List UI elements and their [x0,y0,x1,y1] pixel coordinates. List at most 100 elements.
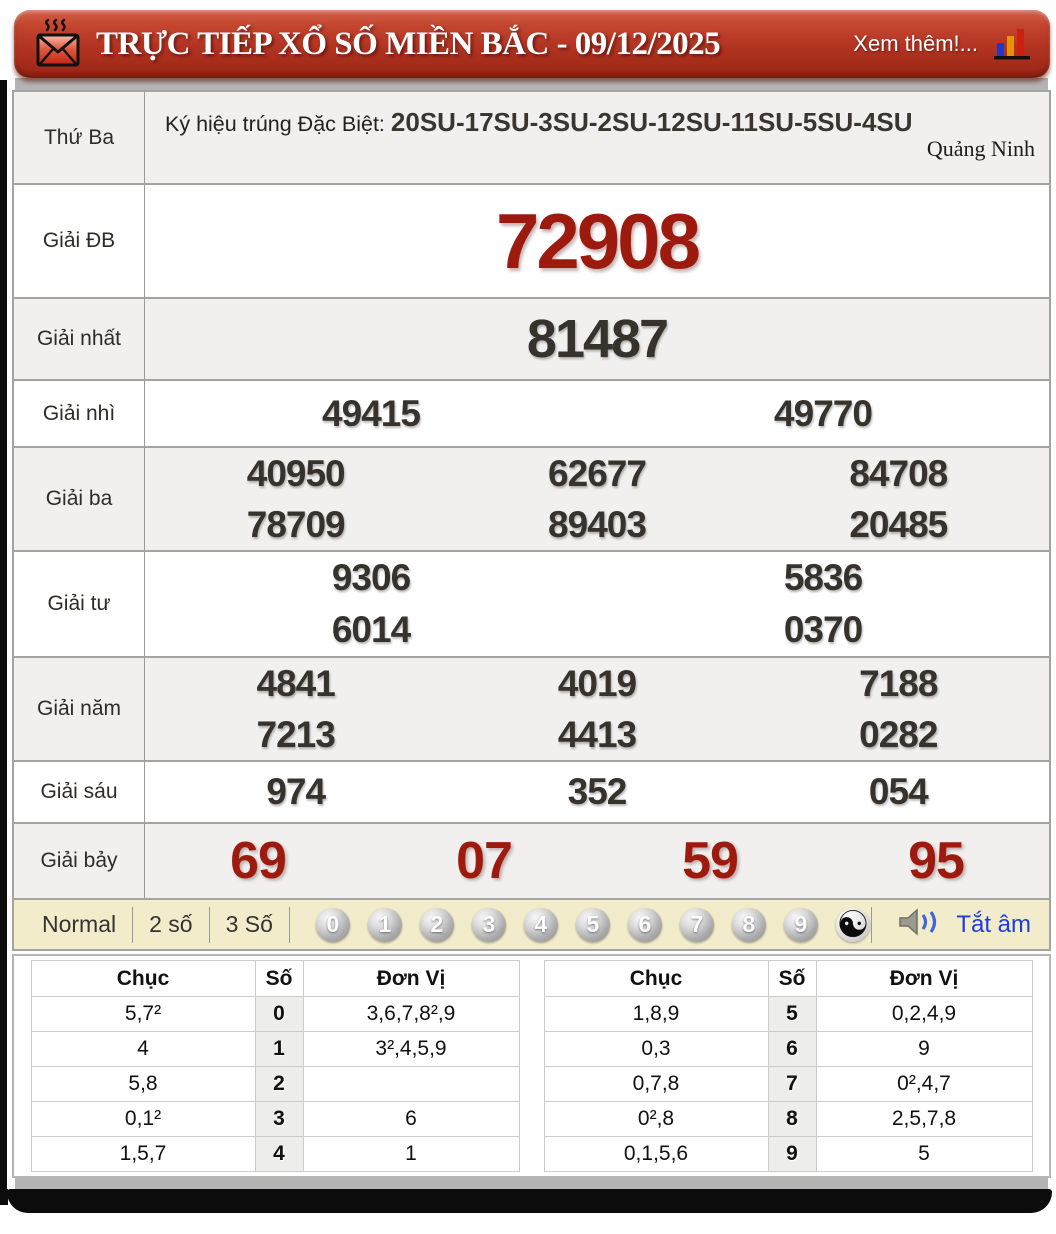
widget-bottom-frame [7,1189,1052,1213]
prize-row-fourth: Giải tư 9306 5836 6014 0370 [14,552,1049,658]
mute-button[interactable]: Tắt âm [871,906,1049,943]
ball-9[interactable]: 9 [783,907,818,942]
prize-number: 7188 [859,663,938,704]
donvi-cell: 3,6,7,8²,9 [302,996,520,1032]
prize-number: 974 [266,771,326,812]
so-cell: 7 [767,1066,817,1102]
mode-normal-button[interactable]: Normal [36,911,132,938]
prize-number: 62677 [548,453,647,494]
mode-3so-button[interactable]: 3 Số [210,911,289,938]
prize-row-special: Giải ĐB 72908 [14,185,1049,299]
prize-label: Giải sáu [14,762,145,822]
draw-info-row: Thứ Ba Ký hiệu trúng Đặc Biệt: 20SU-17SU-… [14,92,1049,185]
prize-number: 7213 [256,714,336,755]
so-cell: 1 [254,1031,304,1067]
donvi-cell: 0,2,4,9 [815,996,1033,1032]
so-cell: 8 [767,1101,817,1137]
col-header-donvi: Đơn Vị [302,960,520,997]
mute-label: Tắt âm [956,910,1031,938]
col-header-donvi: Đơn Vị [815,960,1033,997]
ball-8[interactable]: 8 [731,907,766,942]
ball-1[interactable]: 1 [367,907,402,942]
special-sign-line: Ký hiệu trúng Đặc Biệt: 20SU-17SU-3SU-2SU… [165,102,980,142]
top-divider [15,78,1048,90]
prize-number: 0282 [859,714,938,755]
so-cell: 3 [254,1101,304,1137]
ball-4[interactable]: 4 [523,907,558,942]
prize-label: Giải bảy [14,824,145,898]
chuc-cell: 0,1,5,6 [543,1136,769,1172]
prize-label: Giải ĐB [14,185,145,297]
donvi-cell: 9 [815,1031,1033,1067]
donvi-cell: 1 [302,1136,520,1172]
prize-row-second: Giải nhì 49415 49770 [14,381,1049,448]
table-row: 1,8,9 5 0,2,4,9 [543,996,1033,1032]
prize-row-third: Giải ba 40950 62677 84708 78709 89403 20… [14,448,1049,552]
prize-label: Giải nhì [14,381,145,446]
digit-summary-table-right: Chục Số Đơn Vị 1,8,9 5 0,2,4,9 0,3 6 9 0… [543,960,1033,1172]
ball-7[interactable]: 7 [679,907,714,942]
speaker-icon [896,907,946,942]
table-header-row: Chục Số Đơn Vị [543,960,1033,997]
table-header-row: Chục Số Đơn Vị [30,960,520,997]
donvi-cell: 6 [302,1101,520,1137]
table-row: 0,3 6 9 [543,1031,1033,1067]
chuc-cell: 0²,8 [543,1101,769,1137]
prize-row-sixth: Giải sáu 974 352 054 [14,762,1049,824]
mode-2so-button[interactable]: 2 số [133,911,208,938]
donvi-cell: 5 [815,1136,1033,1172]
prize-label: Giải ba [14,448,145,550]
chuc-cell: 4 [30,1031,256,1067]
see-more-link[interactable]: Xem thêm!... [853,31,992,57]
donvi-cell [302,1066,520,1102]
prize-number: 5836 [783,557,863,598]
col-header-chuc: Chục [30,960,256,997]
prize-row-seventh: Giải bảy 69 07 59 95 [14,824,1049,900]
col-header-so: Số [767,960,817,997]
prize-number: 49415 [322,392,421,434]
digit-summary-table-left: Chục Số Đơn Vị 5,7² 0 3,6,7,8²,9 4 1 3²,… [30,960,520,1172]
so-cell: 2 [254,1066,304,1102]
so-cell: 5 [767,996,817,1032]
chuc-cell: 5,7² [30,996,256,1032]
lottery-widget-page: TRỰC TIẾP XỔ SỐ MIỀN BẮC - 09/12/2025 Xe… [0,0,1056,1234]
table-row: 5,7² 0 3,6,7,8²,9 [30,996,520,1032]
prize-number: 84708 [849,453,948,494]
so-cell: 0 [254,996,304,1032]
table-row: 4 1 3²,4,5,9 [30,1031,520,1067]
prize-label: Giải tư [14,552,145,656]
prize-number: 9306 [331,557,411,598]
weekday-label: Thứ Ba [14,92,145,183]
special-sign-codes: 20SU-17SU-3SU-2SU-12SU-11SU-5SU-4SU [390,107,913,137]
prize-number: 40950 [246,453,346,494]
hot-envelope-icon [34,18,82,70]
special-sign-prefix: Ký hiệu trúng Đặc Biệt: [165,112,385,136]
prize-number: 4019 [557,663,637,704]
donvi-cell: 3²,4,5,9 [302,1031,520,1067]
chuc-cell: 0,7,8 [543,1066,769,1102]
col-header-chuc: Chục [543,960,769,997]
donvi-cell: 2,5,7,8 [815,1101,1033,1137]
ball-3[interactable]: 3 [471,907,506,942]
prize-number: 59 [682,832,739,890]
prize-number: 6014 [331,609,411,650]
ball-2[interactable]: 2 [419,907,454,942]
table-row: 0²,8 8 2,5,7,8 [543,1101,1033,1137]
prize-number: 054 [868,771,929,812]
prize-number: 69 [230,832,287,890]
prize-number: 352 [567,771,628,812]
chuc-cell: 0,3 [543,1031,769,1067]
prize-number: 49770 [774,392,873,434]
yin-yang-icon[interactable]: ☯ [835,906,870,943]
ball-0[interactable]: 0 [315,907,350,942]
prize-number: 72908 [496,196,701,285]
table-row: 0,7,8 7 0²,4,7 [543,1066,1033,1102]
ball-6[interactable]: 6 [627,907,662,942]
bar-chart-icon[interactable] [992,26,1032,62]
chuc-cell: 1,5,7 [30,1136,256,1172]
table-row: 0,1,5,6 9 5 [543,1136,1033,1172]
prize-number: 89403 [548,504,647,545]
results-widget: Thứ Ba Ký hiệu trúng Đặc Biệt: 20SU-17SU-… [0,78,1056,1213]
ball-5[interactable]: 5 [575,907,610,942]
control-bar: Normal 2 số 3 Số 0 1 2 3 4 5 6 7 8 9 ☯ T… [12,900,1051,951]
